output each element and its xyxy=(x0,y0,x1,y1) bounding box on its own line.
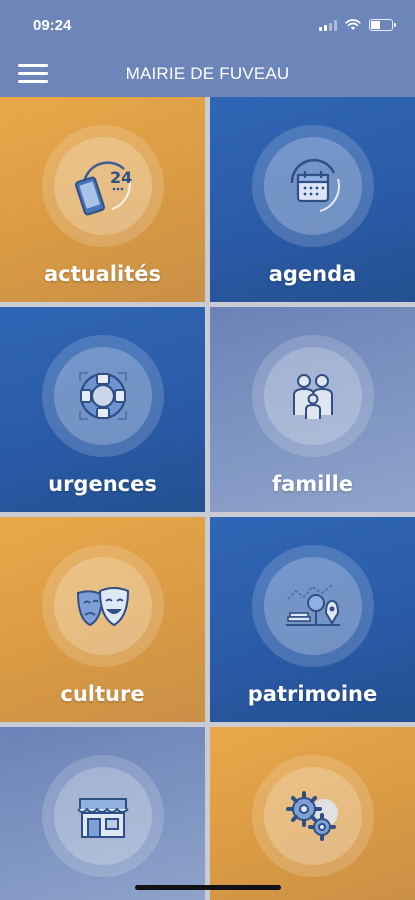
tile-label: famille xyxy=(271,472,354,496)
tile-urgences[interactable]: urgences xyxy=(0,307,205,512)
app-header: MAIRIE DE FUVEAU xyxy=(0,52,415,97)
tile-label: urgences xyxy=(48,472,157,496)
tile-label: actualités xyxy=(44,262,161,286)
tile-patrimoine[interactable]: patrimoine xyxy=(210,517,415,722)
news-phone-24-icon: 24 xyxy=(74,161,132,216)
tile-culture[interactable]: culture xyxy=(0,517,205,722)
menu-grid: 24 actualités agenda urgences famille cu… xyxy=(0,97,415,900)
settings-gears-icon xyxy=(285,791,338,841)
lifebuoy-icon xyxy=(78,372,127,420)
tile-storefront[interactable] xyxy=(0,727,205,900)
battery-level xyxy=(371,21,380,29)
heritage-landmark-icon xyxy=(285,584,340,626)
status-bar: 09:24 xyxy=(0,0,415,52)
svg-text:24: 24 xyxy=(110,168,132,187)
tile-label: patrimoine xyxy=(247,682,378,706)
tile-settings[interactable] xyxy=(210,727,415,900)
tile-label: agenda xyxy=(268,262,357,286)
home-indicator[interactable] xyxy=(135,885,281,890)
family-icon xyxy=(292,374,333,419)
wifi-icon xyxy=(345,19,361,30)
tile-famille[interactable]: famille xyxy=(210,307,415,512)
tile-label: culture xyxy=(60,682,145,706)
page-title: MAIRIE DE FUVEAU xyxy=(125,64,290,83)
tile-actualites[interactable]: 24 actualités xyxy=(0,97,205,302)
battery-icon xyxy=(369,19,396,31)
status-time: 09:24 xyxy=(33,17,72,34)
cellular-signal-icon xyxy=(319,19,337,31)
theater-masks-icon xyxy=(76,587,129,627)
calendar-icon xyxy=(290,158,340,212)
status-icons xyxy=(319,19,396,31)
tile-agenda[interactable]: agenda xyxy=(210,97,415,302)
shop-storefront-icon xyxy=(76,798,129,838)
